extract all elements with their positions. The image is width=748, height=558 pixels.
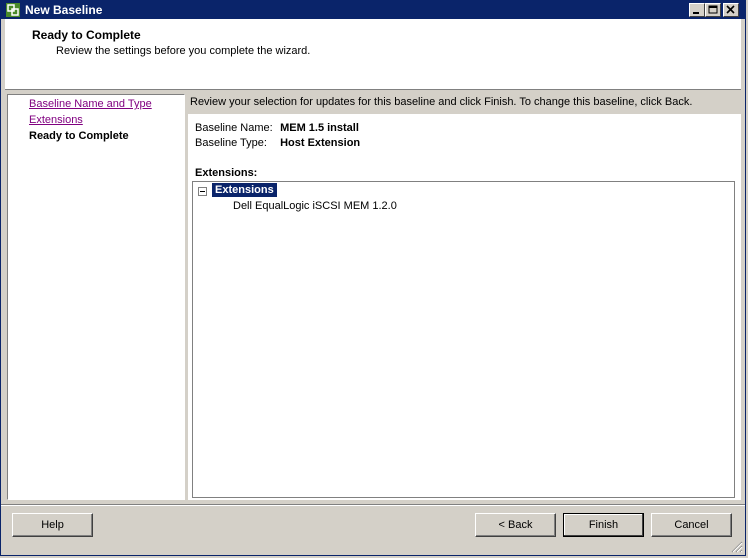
resize-grip-icon[interactable] [731,541,743,553]
maximize-icon [708,5,718,14]
help-button[interactable]: Help [12,513,93,537]
extensions-label: Extensions: [195,167,258,179]
footer-divider [1,504,745,506]
maximize-button[interactable] [705,3,721,17]
vsphere-app-icon [6,3,20,17]
title-bar[interactable]: New Baseline [1,1,745,19]
wizard-content: Review your selection for updates for th… [188,94,741,500]
tree-node-extensions[interactable]: Extensions [212,183,277,197]
content-intro: Review your selection for updates for th… [190,96,693,108]
extensions-tree[interactable]: Extensions Dell EqualLogic iSCSI MEM 1.2… [192,181,735,498]
wizard-window: New Baseline Ready to Complete Review th… [0,0,746,556]
field-baseline-type: Baseline Type: Host Extension [195,137,360,149]
collapse-icon[interactable] [198,187,207,196]
window-title: New Baseline [25,3,103,17]
summary-panel: Baseline Name: MEM 1.5 install Baseline … [188,114,741,500]
field-value: Host Extension [280,137,361,149]
back-button[interactable]: < Back [475,513,556,537]
step-baseline-name-and-type[interactable]: Baseline Name and Type [29,98,152,110]
minimize-button[interactable] [689,3,705,17]
field-baseline-name: Baseline Name: MEM 1.5 install [195,122,359,134]
field-label: Baseline Name: [195,122,273,134]
field-value: MEM 1.5 install [280,122,359,134]
cancel-button[interactable]: Cancel [651,513,732,537]
finish-button[interactable]: Finish [563,513,644,537]
wizard-header: Ready to Complete Review the settings be… [5,19,741,90]
close-icon [726,5,735,14]
close-button[interactable] [723,3,739,17]
minimize-icon [693,12,699,14]
step-ready-to-complete: Ready to Complete [29,130,129,142]
step-extensions[interactable]: Extensions [29,114,83,126]
page-title: Ready to Complete [32,28,141,42]
field-label: Baseline Type: [195,137,267,149]
wizard-steps-nav: Baseline Name and Type Extensions Ready … [7,94,185,500]
tree-item-extension[interactable]: Dell EqualLogic iSCSI MEM 1.2.0 [233,200,397,212]
page-subtitle: Review the settings before you complete … [56,45,311,57]
